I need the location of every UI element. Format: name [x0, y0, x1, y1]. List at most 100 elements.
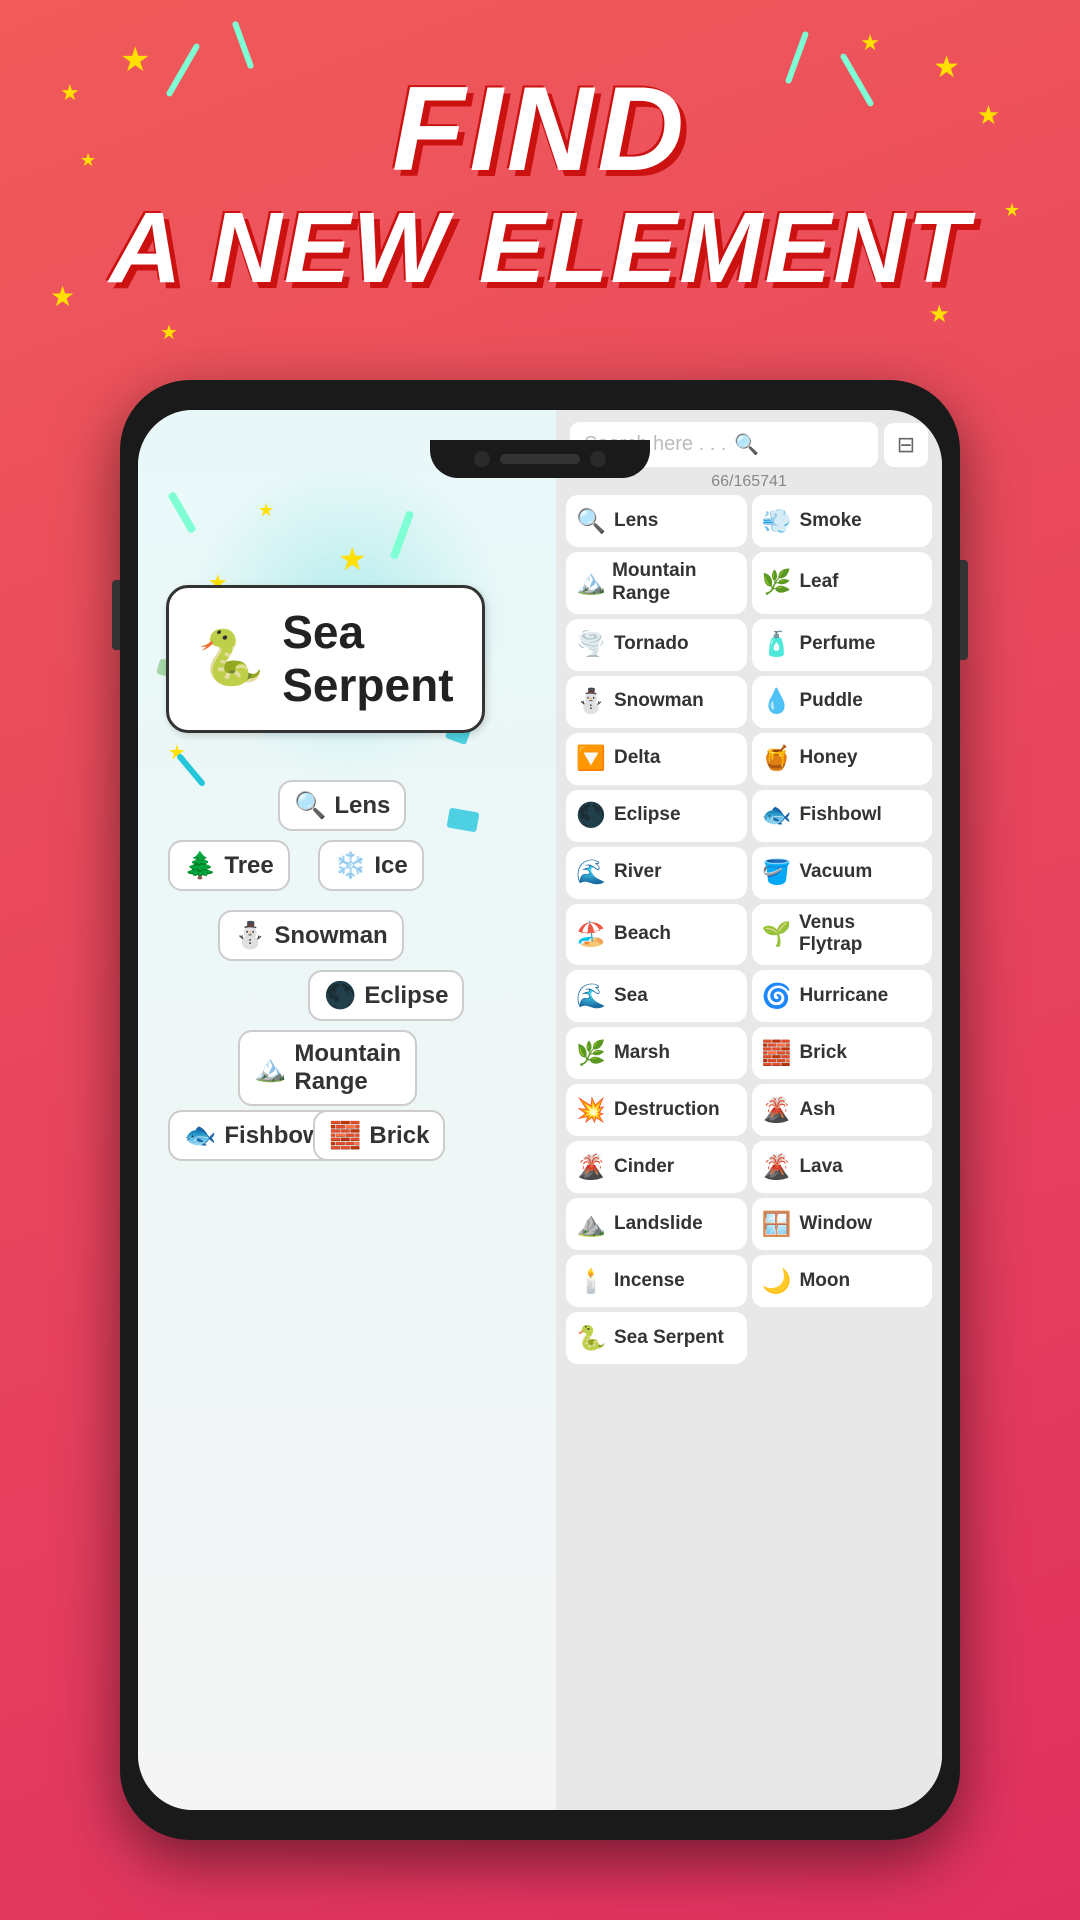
element-item[interactable]: 🌋Ash: [752, 1084, 932, 1136]
panel-inner: Search here . . . 🔍 ⊟ 66/165741 🔍Lens💨Sm…: [556, 410, 942, 1810]
element-name: Incense: [614, 1270, 685, 1293]
element-emoji: 🐟: [762, 801, 792, 830]
notch-speaker: [500, 454, 580, 464]
notch-camera: [474, 451, 490, 467]
element-name: Snowman: [614, 690, 704, 713]
game-canvas: ★ ★ ★ ★ 🐍 SeaSerpent 🔍 Lens: [138, 410, 556, 1810]
result-emoji: 🐍: [197, 627, 264, 690]
result-name: SeaSerpent: [282, 606, 453, 712]
element-emoji: ⛄: [576, 687, 606, 716]
filter-button[interactable]: ⊟: [884, 423, 928, 467]
element-emoji: 🧴: [762, 630, 792, 659]
element-item[interactable]: 💥Destruction: [566, 1084, 746, 1136]
element-emoji: 🍯: [762, 744, 792, 773]
element-emoji: 🌊: [576, 858, 606, 887]
element-emoji: 🕯️: [576, 1267, 606, 1296]
element-item[interactable]: 🐍Sea Serpent: [566, 1312, 746, 1364]
element-item[interactable]: 🌪️ Tornado: [566, 619, 746, 671]
element-emoji: 🔍: [576, 507, 606, 536]
deco-star: ★: [928, 300, 950, 329]
confetti-star: ★: [258, 500, 274, 521]
element-item[interactable]: 🌑 Eclipse: [566, 790, 746, 842]
element-name: Vacuum: [799, 861, 872, 884]
element-emoji: 🌀: [762, 982, 792, 1011]
element-item[interactable]: 🐟 Fishbowl: [752, 790, 932, 842]
element-item[interactable]: 🌀 Hurricane: [752, 970, 932, 1022]
element-name: Venus Flytrap: [799, 912, 922, 958]
node-lens: 🔍 Lens: [278, 780, 406, 831]
element-name: Puddle: [799, 690, 862, 713]
element-emoji: 🐍: [576, 1324, 606, 1353]
element-emoji: 🌋: [762, 1153, 792, 1182]
element-emoji: 🌑: [576, 801, 606, 830]
element-name: Marsh: [614, 1042, 670, 1065]
element-item[interactable]: 💨Smoke: [752, 495, 932, 547]
element-emoji: 💨: [762, 507, 792, 536]
element-emoji: 🌊: [576, 982, 606, 1011]
element-name: Fishbowl: [799, 804, 881, 827]
element-emoji: 💥: [576, 1096, 606, 1125]
element-name: Brick: [799, 1042, 847, 1065]
element-emoji: 🧱: [762, 1039, 792, 1068]
element-name: Delta: [614, 747, 660, 770]
element-name: Eclipse: [614, 804, 681, 827]
element-item[interactable]: 🌋 Lava: [752, 1141, 932, 1193]
node-snowman: ⛄ Snowman: [218, 910, 404, 961]
title-line1: FIND: [0, 60, 1080, 198]
confetti-bar: [167, 491, 196, 534]
element-emoji: ⛰️: [576, 1210, 606, 1239]
node-tree: 🌲 Tree: [168, 840, 290, 891]
element-item[interactable]: 🪣Vacuum: [752, 847, 932, 899]
elements-panel: Search here . . . 🔍 ⊟ 66/165741 🔍Lens💨Sm…: [556, 410, 942, 1810]
node-brick: 🧱 Brick: [313, 1110, 445, 1161]
element-name: Sea: [614, 985, 648, 1008]
element-item[interactable]: 🕯️ Incense: [566, 1255, 746, 1307]
phone-power-btn: [960, 560, 968, 660]
element-item[interactable]: 🌿Leaf: [752, 552, 932, 614]
element-name: Lava: [799, 1156, 842, 1179]
deco-star: ★: [160, 320, 178, 345]
deco-star: ★: [860, 30, 880, 56]
element-item[interactable]: 🔍 Lens: [566, 495, 746, 547]
element-item[interactable]: 💧 Puddle: [752, 676, 932, 728]
element-emoji: 🌙: [762, 1267, 792, 1296]
result-card: 🐍 SeaSerpent: [166, 585, 485, 733]
element-item[interactable]: 🌙 Moon: [752, 1255, 932, 1307]
element-name: Beach: [614, 923, 671, 946]
search-icon: 🔍: [734, 432, 759, 457]
element-item[interactable]: 🧱 Brick: [752, 1027, 932, 1079]
element-emoji: 🌪️: [576, 630, 606, 659]
element-emoji: 🌱: [762, 920, 792, 949]
element-item[interactable]: 🔽Delta: [566, 733, 746, 785]
element-name: Hurricane: [799, 985, 888, 1008]
element-name: Lens: [614, 510, 658, 533]
element-name: Landslide: [614, 1213, 703, 1236]
element-emoji: 🌿: [576, 1039, 606, 1068]
node-eclipse: 🌑 Eclipse: [308, 970, 464, 1021]
element-name: Cinder: [614, 1156, 674, 1179]
element-item[interactable]: 🪟Window: [752, 1198, 932, 1250]
phone-frame: ★ ★ ★ ★ 🐍 SeaSerpent 🔍 Lens: [120, 380, 960, 1840]
element-item[interactable]: 🌊 Sea: [566, 970, 746, 1022]
element-item[interactable]: 🏔️Mountain Range: [566, 552, 746, 614]
elements-grid: 🔍 Lens 💨Smoke🏔️Mountain Range🌿Leaf 🌪️ Tornad…: [562, 495, 936, 1364]
element-name: Tornado: [614, 633, 689, 656]
element-name: Honey: [799, 747, 857, 770]
node-mountain-range: 🏔️ MountainRange: [238, 1030, 417, 1106]
element-item[interactable]: ⛄ Snowman: [566, 676, 746, 728]
element-emoji: 💧: [762, 687, 792, 716]
element-item[interactable]: 🌱Venus Flytrap: [752, 904, 932, 966]
node-ice: ❄️ Ice: [318, 840, 424, 891]
element-item[interactable]: 🍯 Honey: [752, 733, 932, 785]
element-item[interactable]: 🏖️Beach: [566, 904, 746, 966]
element-name: Moon: [799, 1270, 850, 1293]
title-line2: A NEW ELEMENT: [0, 198, 1080, 298]
element-emoji: 🌋: [576, 1153, 606, 1182]
element-item[interactable]: 🌊River: [566, 847, 746, 899]
confetti-star: ★: [338, 540, 367, 578]
element-item[interactable]: 🌋 Cinder: [566, 1141, 746, 1193]
element-name: Mountain Range: [612, 560, 736, 606]
element-item[interactable]: 🌿 Marsh: [566, 1027, 746, 1079]
element-item[interactable]: 🧴Perfume: [752, 619, 932, 671]
element-item[interactable]: ⛰️ Landslide: [566, 1198, 746, 1250]
